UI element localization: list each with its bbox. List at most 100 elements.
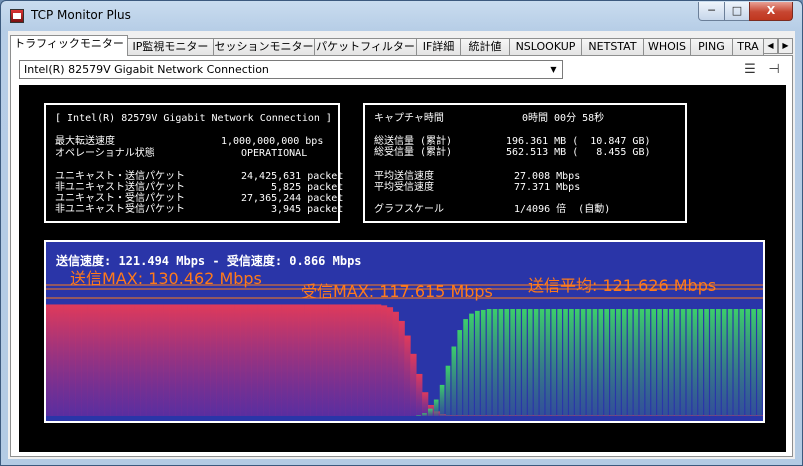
recv-bar [522,309,527,416]
recv-bar [627,309,633,416]
send-bar [333,304,341,416]
capture-info-box: キャプチャ時間 0時間 00分 58秒 総送信量 (累計) 196.361 MB… [363,103,687,223]
recv-bar [486,309,492,416]
tab-if-detail[interactable]: IF詳細 [416,38,461,56]
recv-bar [633,309,639,416]
tab-ping[interactable]: PING [690,38,733,56]
app-icon[interactable] [10,9,24,23]
recv-bar [733,309,739,416]
send-avg-label: 送信平均: 121.626 Mbps [528,276,717,295]
recv-bar [739,309,745,416]
minimize-button[interactable]: ─ [698,2,725,21]
close-button[interactable]: X [749,2,793,21]
pin-icon[interactable]: ⊣ [766,62,782,78]
info-label: 平均受信速度 [374,182,434,193]
send-bar [122,304,129,416]
info-label: キャプチャ時間 [374,113,444,124]
recv-max-label: 受信MAX: 117.615 Mbps [301,282,493,301]
recv-bar [469,313,474,416]
chevron-down-icon[interactable]: ▼ [546,62,561,77]
title-bar[interactable]: TCP Monitor Plus ─ □ X [1,1,802,31]
recv-bar [621,309,627,416]
recv-bar [639,309,645,416]
recv-bar [492,309,498,416]
recv-bar [527,309,533,416]
traffic-graph: 送信速度: 121.494 Mbps - 受信速度: 0.866 Mbps 送信… [44,240,765,423]
recv-bar [586,309,592,416]
tab-traffic-monitor[interactable]: トラフィックモニター [10,35,128,56]
info-label: 平均送信速度 [374,171,434,182]
tab-nslookup[interactable]: NSLOOKUP [509,38,582,56]
tab-packet-filter[interactable]: パケットフィルター [314,38,417,56]
recv-bar [569,309,574,416]
recv-bar [539,309,545,416]
recv-bar [751,309,756,416]
adapter-info-header: [ Intel(R) 82579V Gigabit Network Connec… [55,113,332,124]
tab-whois[interactable]: WHOIS [643,38,691,56]
send-bar [310,304,317,416]
recv-bar [439,384,445,416]
send-bar [75,304,82,416]
adapter-info-box: [ Intel(R) 82579V Gigabit Network Connec… [44,103,344,223]
tab-strip: トラフィックモニター IP監視モニター セッションモニター パケットフィルター … [8,34,795,56]
send-bar [369,304,376,416]
recv-bar [463,319,468,416]
send-bar [328,304,335,416]
recv-bar [610,309,615,416]
tab-ip-monitor[interactable]: IP監視モニター [127,38,214,56]
send-bar [322,304,329,416]
send-bar [175,304,182,416]
tab-scroll-left-button[interactable]: ◀ [763,38,778,54]
info-label: オペレーショナル状態 [55,148,155,159]
send-bar [181,304,188,416]
send-bar [345,304,352,416]
send-bar [81,304,88,416]
info-label: 総受信量 (累計) [374,147,453,158]
recv-bar [715,309,721,416]
send-bar [204,304,211,416]
tab-statistics[interactable]: 統計値 [460,38,510,56]
send-bar [245,304,252,416]
send-bar [93,304,100,416]
recv-bar [698,309,704,416]
recv-bar [451,346,457,416]
info-label: 非ユニキャスト受信パケット [55,204,185,215]
send-bar [363,304,370,416]
send-bar [57,304,64,416]
maximize-button[interactable]: □ [724,2,750,21]
send-bar [263,304,270,416]
app-window: TCP Monitor Plus ─ □ X トラフィックモニター IP監視モニ… [0,0,803,466]
recv-bar [692,309,698,416]
send-bar [198,304,205,416]
send-bar [251,304,258,416]
info-label: ユニキャスト・送信パケット [55,171,185,182]
tab-session-monitor[interactable]: セッションモニター [213,38,315,56]
info-value: OPERATIONAL [241,148,308,159]
send-bar [375,304,382,416]
recv-bar [727,309,733,416]
send-bar [128,304,135,416]
menu-icon[interactable]: ☰ [742,62,758,78]
tab-traceroute[interactable]: TRA [732,38,764,56]
send-bar [63,304,70,416]
recv-bar [721,309,727,416]
info-label: 総送信量 (累計) [374,136,453,147]
info-value: 0時間 00分 58秒 [522,113,605,124]
send-bar [339,304,347,416]
traffic-monitor-panel: Intel(R) 82579V Gigabit Network Connecti… [10,55,793,457]
adapter-select-value: Intel(R) 82579V Gigabit Network Connecti… [24,63,269,76]
tab-scroll-right-button[interactable]: ▶ [778,38,793,54]
recv-bar [510,309,515,416]
send-bar [257,304,264,416]
recv-bar [745,309,751,416]
info-value: 562.513 MB ( 8.455 GB) [506,147,651,158]
info-value: 3,945 packet [271,204,344,215]
recv-bar [592,309,598,416]
adapter-select[interactable]: Intel(R) 82579V Gigabit Network Connecti… [19,60,563,79]
window-title: TCP Monitor Plus [31,8,131,22]
send-bar [69,304,76,416]
tab-netstat[interactable]: NETSTAT [581,38,644,56]
send-bar [422,392,429,416]
send-bar [281,304,288,416]
info-value: 1,000,000,000 bps [221,136,324,147]
